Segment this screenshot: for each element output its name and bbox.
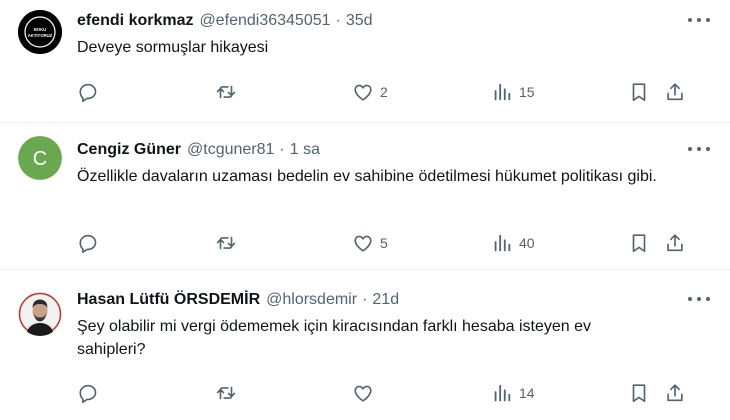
views-count: 14	[519, 385, 535, 401]
views-icon	[494, 234, 511, 252]
more-icon[interactable]	[688, 141, 710, 157]
views-count: 40	[519, 235, 535, 251]
share-button[interactable]	[664, 381, 686, 405]
reply-button[interactable]	[77, 80, 99, 104]
separator-dot: ·	[279, 141, 285, 158]
views-button[interactable]: 14	[491, 381, 535, 405]
avatar-logo-icon: BOKU AKTIYORUZ	[18, 10, 62, 54]
separator-dot: ·	[362, 291, 368, 308]
tweet-actions: 5 40	[77, 231, 714, 255]
user-handle[interactable]: @hlorsdemir	[266, 291, 357, 309]
bookmark-icon	[632, 384, 646, 403]
avatar[interactable]	[18, 292, 62, 336]
bookmark-button[interactable]	[628, 231, 650, 255]
views-count: 15	[519, 84, 535, 100]
separator-dot: ·	[335, 12, 341, 29]
like-count: 2	[380, 84, 388, 100]
bookmark-icon	[632, 83, 646, 102]
tweet-header: Hasan Lütfü ÖRSDEMİR @hlorsdemir · 21d	[77, 289, 714, 311]
like-count: 5	[380, 235, 388, 251]
display-name[interactable]: Hasan Lütfü ÖRSDEMİR	[77, 291, 260, 309]
timestamp[interactable]: 21d	[372, 291, 399, 309]
tweet[interactable]: BOKU AKTIYORUZ efendi korkmaz @efendi363…	[0, 0, 730, 123]
svg-text:AKTIYORUZ: AKTIYORUZ	[28, 33, 53, 38]
bookmark-icon	[632, 234, 646, 253]
bookmark-button[interactable]	[628, 80, 650, 104]
tweet-header: Cengiz Güner @tcguner81 · 1 sa	[77, 139, 714, 161]
display-name[interactable]: Cengiz Güner	[77, 141, 181, 159]
retweet-icon	[216, 85, 236, 99]
retweet-button[interactable]	[215, 381, 237, 405]
reply-button[interactable]	[77, 381, 99, 405]
views-button[interactable]: 15	[491, 80, 535, 104]
tweet-body: Hasan Lütfü ÖRSDEMİR @hlorsdemir · 21d Ş…	[77, 289, 714, 361]
retweet-icon	[216, 236, 236, 250]
retweet-button[interactable]	[215, 80, 237, 104]
like-button[interactable]	[352, 381, 374, 405]
share-icon	[667, 234, 683, 252]
svg-text:BOKU: BOKU	[34, 27, 46, 32]
like-icon	[354, 235, 372, 252]
avatar[interactable]: BOKU AKTIYORUZ	[18, 10, 62, 54]
reply-icon	[79, 83, 97, 102]
avatar-letter: C	[33, 148, 47, 170]
views-icon	[494, 83, 511, 101]
tweet-actions: 14	[77, 381, 714, 405]
tweet-text: Deveye sormuşlar hikayesi	[77, 39, 269, 56]
reply-icon	[79, 384, 97, 403]
like-icon	[354, 84, 372, 101]
bookmark-button[interactable]	[628, 381, 650, 405]
share-icon	[667, 83, 683, 101]
share-button[interactable]	[664, 231, 686, 255]
like-button[interactable]: 2	[352, 80, 388, 104]
tweet-body: Cengiz Güner @tcguner81 · 1 sa Özellikle…	[77, 139, 714, 188]
more-icon[interactable]	[688, 291, 710, 307]
share-icon	[667, 384, 683, 402]
timestamp[interactable]: 35d	[346, 12, 373, 30]
tweet-header: efendi korkmaz @efendi36345051 · 35d	[77, 10, 714, 32]
tweet-text: Özellikle davaların uzaması bedelin ev s…	[77, 168, 657, 185]
tweet-text: Şey olabilir mi vergi ödememek için kira…	[77, 318, 592, 358]
share-button[interactable]	[664, 80, 686, 104]
views-icon	[494, 384, 511, 402]
timestamp[interactable]: 1 sa	[290, 141, 320, 159]
avatar[interactable]: C	[18, 136, 62, 180]
like-icon	[354, 385, 372, 402]
user-handle[interactable]: @tcguner81	[187, 141, 274, 159]
avatar-letter-icon: C	[18, 136, 62, 180]
views-button[interactable]: 40	[491, 231, 535, 255]
reply-button[interactable]	[77, 231, 99, 255]
tweet[interactable]: Hasan Lütfü ÖRSDEMİR @hlorsdemir · 21d Ş…	[0, 271, 730, 420]
user-handle[interactable]: @efendi36345051	[199, 12, 330, 30]
tweet[interactable]: C Cengiz Güner @tcguner81 · 1 sa Özellik…	[0, 124, 730, 270]
avatar-photo-icon	[18, 292, 62, 336]
retweet-icon	[216, 386, 236, 400]
retweet-button[interactable]	[215, 231, 237, 255]
tweet-actions: 2 15	[77, 80, 714, 104]
like-button[interactable]: 5	[352, 231, 388, 255]
tweet-body: efendi korkmaz @efendi36345051 · 35d Dev…	[77, 10, 714, 59]
more-icon[interactable]	[688, 12, 710, 28]
display-name[interactable]: efendi korkmaz	[77, 12, 193, 30]
reply-icon	[79, 234, 97, 253]
